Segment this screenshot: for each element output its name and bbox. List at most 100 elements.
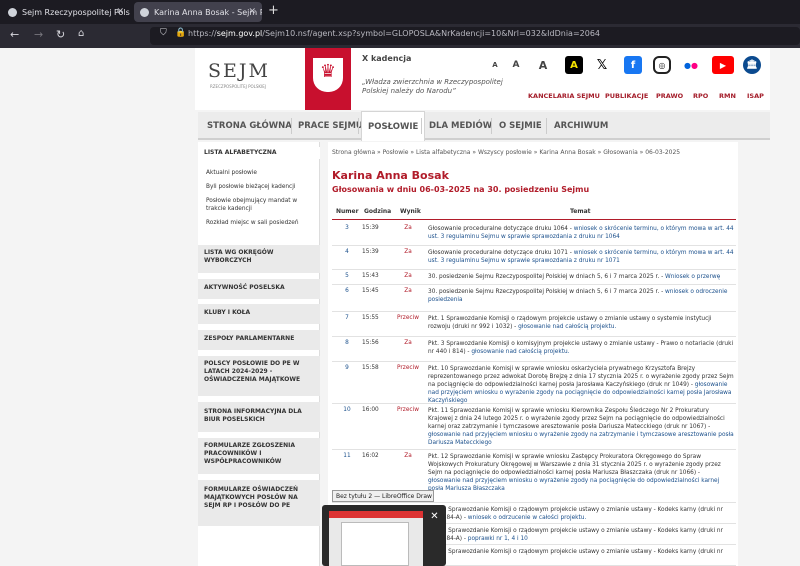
tab-karina-bosak[interactable]: Karina Anna Bosak - Sejm Rzecz✕	[134, 2, 262, 22]
table-header: Numer Godzina Wynik Temat	[332, 208, 736, 220]
menu-poslowie[interactable]: POSŁOWIE	[361, 111, 426, 141]
vote-result: Za	[404, 340, 412, 346]
facebook-icon[interactable]: f	[624, 56, 642, 74]
col-wynik: Wynik	[400, 208, 421, 215]
sidebar-kluby[interactable]: KLUBY I KOŁA	[198, 304, 320, 324]
instagram-icon[interactable]: ◎	[653, 56, 671, 74]
vote-topic: Pkt. 11 Sprawozdanie Komisji w sprawie w…	[428, 407, 734, 448]
shield-icon[interactable]: ⛉	[160, 28, 167, 38]
link-kancelaria[interactable]: KANCELARIA SEJMU	[528, 92, 600, 100]
vote-time: 15:58	[362, 365, 379, 371]
home-icon[interactable]: ⌂	[78, 28, 84, 39]
vote-number-link[interactable]: 5	[336, 273, 358, 279]
sidebar-poslowie-pe[interactable]: POLSCY POSŁOWIE DO PE W LATACH 2024-2029…	[198, 356, 320, 396]
vote-topic: Głosowanie proceduralne dotyczące druku …	[428, 225, 734, 241]
vote-number-link[interactable]: 4	[336, 249, 358, 255]
vote-topic: Pkt. 3 Sprawozdanie Komisji o komisyjnym…	[428, 340, 734, 356]
vote-result: Za	[404, 273, 412, 279]
vote-number-link[interactable]: 10	[336, 407, 358, 413]
font-large-button[interactable]: A	[534, 56, 552, 74]
sidebar-formularze-pracownikow[interactable]: FORMULARZE ZGŁOSZENIA PRACOWNIKÓW I WSPÓ…	[198, 438, 320, 474]
reload-icon[interactable]: ↻	[56, 28, 65, 41]
menu-archiwum[interactable]: ARCHIWUM	[554, 121, 608, 131]
votes-heading: Głosowania w dniu 06-03-2025 na 30. posi…	[332, 185, 590, 194]
vote-topic-text: Pkt. 10 Sprawozdanie Komisji w sprawie w…	[428, 366, 734, 389]
sidebar-link-byli[interactable]: Byli posłowie bieżącej kadencji	[206, 184, 316, 192]
vote-time: 15:45	[362, 288, 379, 294]
tab-sejm-home[interactable]: Sejm Rzeczypospolitej Polskiej✕	[2, 2, 130, 22]
vote-topic-text: Pkt. 11 Sprawozdanie Komisji w sprawie w…	[428, 408, 725, 431]
sidebar-link-aktualni[interactable]: Aktualni posłowie	[206, 170, 316, 178]
main-menu: STRONA GŁÓWNA PRACE SEJMU POSŁOWIE DLA M…	[198, 111, 770, 141]
sidebar-biura[interactable]: STRONA INFORMACYJNA DLA BIUR POSELSKICH	[198, 402, 320, 432]
vote-topic: Głosowanie proceduralne dotyczące druku …	[428, 249, 734, 265]
vote-number-link[interactable]: 11	[336, 453, 358, 459]
vote-topic-link[interactable]: wniosek o odrzucenie w całości projektu.	[468, 515, 587, 521]
sejm-page: SEJM RZECZPOSPOLITEJ POLSKIEJ ♛ X kadencj…	[0, 48, 800, 566]
bip-icon[interactable]: 🏛	[743, 56, 761, 74]
vote-time: 15:39	[362, 225, 379, 231]
sidebar-zespoly[interactable]: ZESPOŁY PARLAMENTARNE	[198, 330, 320, 350]
table-row: 4 15:39 Za Głosowanie proceduralne dotycząc…	[332, 246, 736, 270]
vote-topic-link[interactable]: głosowanie nad całością projektu.	[518, 324, 616, 330]
link-isap[interactable]: ISAP	[747, 92, 764, 100]
vote-topic-text: Głosowanie proceduralne dotyczące druku …	[428, 250, 574, 256]
vote-topic-text: 30. posiedzenie Sejmu Rzeczypospolitej P…	[428, 289, 666, 295]
main-content: Strona główna » Posłowie » Lista alfabet…	[328, 142, 738, 566]
url-text[interactable]: https://sejm.gov.pl/Sejm10.nsf/agent.xsp…	[188, 29, 600, 38]
lock-icon[interactable]: 🔒	[175, 28, 186, 38]
vote-topic-link[interactable]: głosowanie nad całością projektu.	[471, 349, 569, 355]
flickr-icon[interactable]: ● ●	[682, 56, 700, 74]
x-twitter-icon[interactable]: 𝕏	[593, 56, 611, 74]
col-godzina: Godzina	[364, 208, 392, 215]
close-tab-icon[interactable]: ✕	[248, 7, 256, 17]
vote-result: Przeciw	[397, 365, 419, 371]
vote-number-link[interactable]: 8	[336, 340, 358, 346]
vote-number-link[interactable]: 9	[336, 365, 358, 371]
close-icon[interactable]: ✕	[427, 509, 442, 524]
font-medium-button[interactable]: A	[507, 56, 525, 74]
vote-topic: Pkt. ... Sprawozdanie Komisji o rządowym…	[428, 506, 734, 522]
menu-dla-mediow[interactable]: DLA MEDIÓW	[429, 121, 492, 131]
vote-topic: Pkt. 12 Sprawozdanie Komisji w sprawie w…	[428, 453, 734, 494]
vote-result: Za	[404, 249, 412, 255]
vote-time: 16:02	[362, 453, 379, 459]
sidebar-link-obejmujacy[interactable]: Posłowie obejmujący mandat w trakcie kad…	[206, 198, 316, 214]
sidebar-lista-alfabetyczna[interactable]: LISTA ALFABETYCZNA	[198, 147, 320, 160]
link-publikacje[interactable]: PUBLIKACJE	[605, 92, 648, 100]
new-tab-button[interactable]: +	[268, 3, 279, 18]
vote-topic-link[interactable]: głosowanie nad przyjęciem wniosku o wyra…	[428, 432, 734, 446]
sejm-logo[interactable]: SEJM RZECZPOSPOLITEJ POLSKIEJ	[208, 60, 268, 89]
sidebar-okregi[interactable]: LISTA WG OKRĘGÓW WYBORCZYCH	[198, 245, 320, 273]
close-tab-icon[interactable]: ✕	[116, 7, 124, 17]
vote-topic-link[interactable]: Wniosek o przerwę	[665, 274, 720, 280]
vote-topic-text: 30. posiedzenie Sejmu Rzeczypospolitej P…	[428, 274, 666, 280]
vote-result: Przeciw	[397, 407, 419, 413]
sidebar-link-rozklad[interactable]: Rozkład miejsc w sali posiedzeń	[206, 220, 316, 228]
favicon-icon	[8, 7, 17, 17]
link-rpo[interactable]: RPO	[693, 92, 708, 100]
youtube-icon[interactable]: ▶	[712, 56, 734, 74]
breadcrumb[interactable]: Strona główna » Posłowie » Lista alfabet…	[332, 149, 680, 156]
link-prawo[interactable]: PRAWO	[656, 92, 683, 100]
menu-prace-sejmu[interactable]: PRACE SEJMU	[298, 121, 363, 131]
sidebar-aktywnosc[interactable]: AKTYWNOŚĆ POSELSKA	[198, 279, 320, 299]
vote-number-link[interactable]: 3	[336, 225, 358, 231]
contrast-button[interactable]: A	[565, 56, 583, 74]
menu-o-sejmie[interactable]: O SEJMIE	[499, 121, 542, 131]
vote-topic-link[interactable]: głosowanie nad przyjęciem wniosku o wyra…	[428, 478, 719, 492]
table-row: 6 15:45 Za 30. posiedzenie Sejmu Rzeczyposp…	[332, 285, 736, 312]
menu-strona-glowna[interactable]: STRONA GŁÓWNA	[207, 121, 292, 131]
libreoffice-preview	[329, 511, 423, 566]
forward-icon[interactable]: →	[34, 28, 43, 41]
font-small-button[interactable]: A	[486, 56, 504, 74]
sidebar-formularze-oswiadczen[interactable]: FORMULARZE OŚWIADCZEŃ MAJĄTKOWYCH POSŁÓW…	[198, 480, 320, 526]
table-row: 10 16:00 Przeciw Pkt. 11 Sprawozdanie Komis…	[332, 404, 736, 450]
vote-topic-link[interactable]: poprawki nr 1, 4 i 10	[468, 536, 528, 542]
back-icon[interactable]: ←	[10, 28, 19, 41]
taskbar-tooltip: Bez tytułu 2 — LibreOffice Draw	[332, 490, 434, 502]
vote-number-link[interactable]: 7	[336, 315, 358, 321]
link-rmn[interactable]: RMN	[719, 92, 736, 100]
vote-number-link[interactable]: 6	[336, 288, 358, 294]
vote-topic: Pkt. ... Sprawozdanie Komisji o rządowym…	[428, 527, 734, 543]
